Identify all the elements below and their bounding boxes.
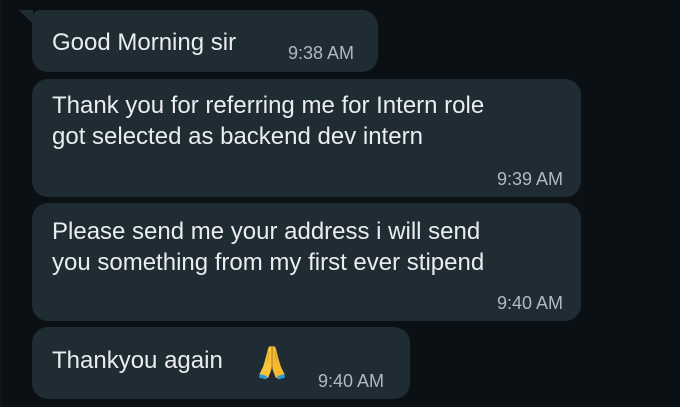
message-bubble[interactable]: Thankyou again 9:40 AM [32,327,410,399]
folded-hands-icon [259,346,285,380]
message-text: Good Morning sir [52,29,237,56]
message-bubble[interactable]: Good Morning sir 9:38 AM [19,10,378,72]
message-timestamp: 9:40 AM [496,293,563,313]
message-timestamp: 9:39 AM [496,169,563,189]
chat-thread: Good Morning sir 9:38 AM Thank you for r… [0,0,680,407]
divider [0,0,2,407]
message-timestamp: 9:40 AM [318,371,385,391]
message-text: Thankyou again [52,347,223,374]
bubble-tail [19,10,33,24]
message-bubble[interactable]: Thank you for referring me for Intern ro… [32,79,581,197]
message-text: Thank you for referring me for Intern ro… [52,92,485,150]
message-text: Please send me your address i will send … [52,218,485,276]
message-timestamp: 9:38 AM [288,43,355,63]
message-bubble[interactable]: Please send me your address i will send … [32,203,581,321]
